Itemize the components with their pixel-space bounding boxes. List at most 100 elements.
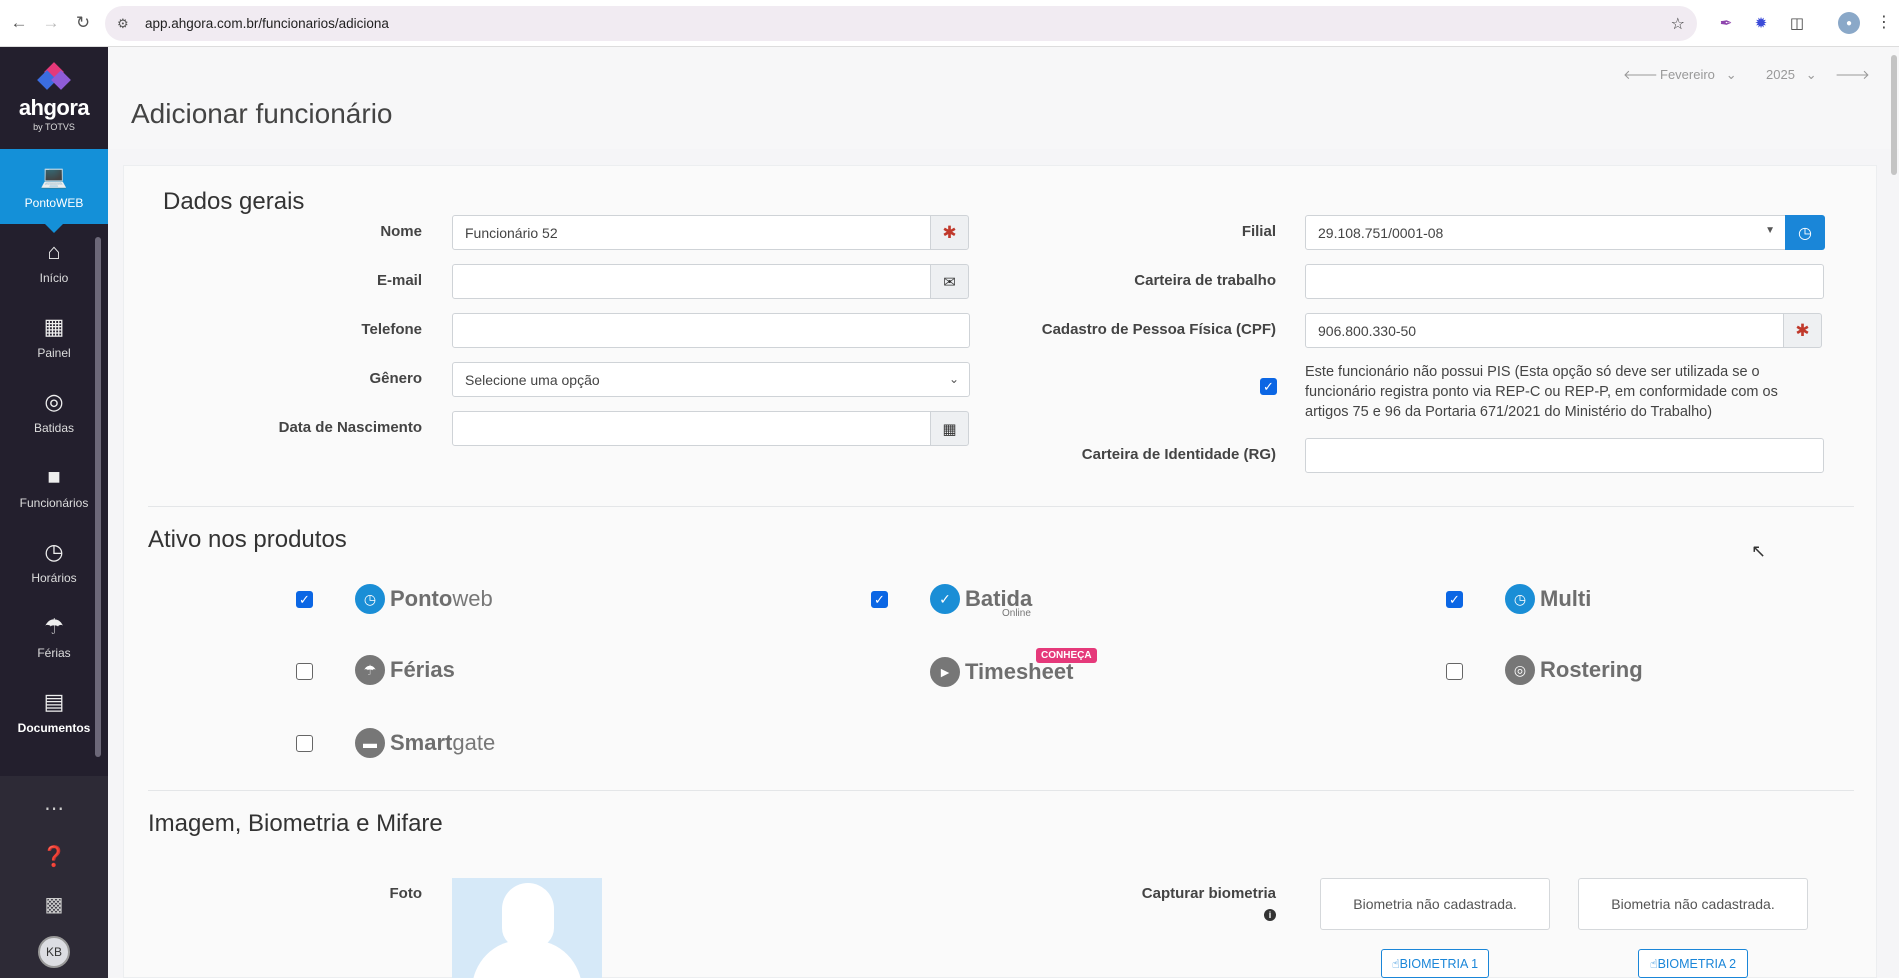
forward-icon[interactable]: → (38, 10, 64, 36)
extensions-puzzle-icon[interactable]: ◫ (1786, 12, 1808, 34)
chevron-down-icon: ⌄ (948, 372, 959, 386)
nome-input[interactable]: Funcionário 52 (452, 215, 931, 250)
smartgate-clock-icon: ▬ (355, 728, 385, 758)
pontoweb-checkbox[interactable]: ✓ (296, 591, 313, 608)
email-label: E-mail (376, 272, 422, 289)
gear-extension-icon[interactable]: ✹ (1750, 12, 1772, 34)
page-scrollbar[interactable] (1891, 55, 1897, 175)
carteira-input[interactable] (1305, 264, 1824, 299)
clock-icon: ◷ (44, 538, 64, 564)
help-icon[interactable]: ❓ (0, 832, 108, 880)
ahgora-logo-mark (37, 61, 71, 93)
ahgora-logo[interactable]: ahgora by TOTVS (0, 47, 108, 149)
reload-icon[interactable]: ↻ (70, 10, 96, 36)
badge-icon: ■ (47, 463, 61, 489)
bookmark-star-icon[interactable]: ☆ (1671, 14, 1685, 34)
telefone-input[interactable] (452, 313, 970, 348)
sidebar-item-label: Férias (37, 645, 71, 660)
apps-grid-icon[interactable]: ⋯ (0, 784, 108, 832)
biometria-1-button[interactable]: ☝ BIOMETRIA 1 (1381, 949, 1489, 978)
multi-clock-icon: ◷ (1505, 584, 1535, 614)
sidebar-item-label: Painel (37, 345, 71, 360)
batida-clock-icon: ✓ (930, 584, 960, 614)
biometria-2-status: Biometria não cadastrada. (1578, 878, 1808, 930)
clock-icon: ◷ (1798, 224, 1812, 242)
smartgate-checkbox[interactable] (296, 735, 313, 752)
rostering-logo: ◎ Rostering (1505, 655, 1643, 685)
photo-placeholder[interactable] (452, 878, 602, 978)
sidebar-item-label: Documentos (17, 720, 91, 735)
filial-label: Filial (1241, 223, 1276, 240)
cpf-label: Cadastro de Pessoa Física (CPF) (1041, 321, 1276, 338)
sidebar-bottom: ⋯ ❓ ▩ KB (0, 776, 108, 978)
monitor-icon: 💻 (40, 163, 68, 189)
sidebar: ahgora by TOTVS 💻 PontoWEB ⌂ Início ▦ Pa… (0, 47, 108, 978)
ferias-umbrella-icon: ☂ (355, 655, 385, 685)
nascimento-input[interactable] (452, 411, 931, 446)
dashboard-icon: ▦ (43, 313, 65, 339)
sidebar-item-inicio[interactable]: ⌂ Início (0, 224, 108, 299)
calendar-icon[interactable]: ▦ (930, 411, 969, 446)
sidebar-item-ferias[interactable]: ☂ Férias (0, 599, 108, 674)
url-text[interactable]: app.ahgora.com.br/funcionarios/adiciona (145, 16, 389, 31)
foto-label: Foto (389, 885, 422, 902)
browser-menu-icon[interactable]: ⋮ (1876, 12, 1892, 32)
conheca-badge[interactable]: CONHEÇA (1036, 648, 1097, 663)
required-asterisk-icon: ✱ (930, 215, 969, 250)
section-title-dados-gerais: Dados gerais (163, 188, 305, 215)
filial-select[interactable]: 29.108.751/0001-08 ▼ (1305, 215, 1786, 250)
profile-avatar-icon[interactable]: ● (1838, 12, 1860, 34)
no-pis-checkbox[interactable]: ✓ (1260, 378, 1277, 395)
building-icon[interactable]: ▩ (0, 880, 108, 928)
sidebar-item-painel[interactable]: ▦ Painel (0, 299, 108, 374)
rg-input[interactable] (1305, 438, 1824, 473)
cpf-input[interactable]: 906.800.330-50 (1305, 313, 1784, 348)
address-bar[interactable]: ⚙ app.ahgora.com.br/funcionarios/adicion… (105, 6, 1697, 41)
back-icon[interactable]: ← (6, 10, 32, 36)
sidebar-item-batidas[interactable]: ◎ Batidas (0, 374, 108, 449)
rostering-clock-icon: ◎ (1505, 655, 1535, 685)
prev-period-icon[interactable]: 🡐 (1623, 67, 1658, 83)
required-asterisk-icon: ✱ (1783, 313, 1822, 348)
sidebar-item-documentos[interactable]: ▤ Documentos (0, 674, 108, 749)
sidebar-item-label: PontoWEB (24, 195, 84, 210)
biometria-1-status: Biometria não cadastrada. (1320, 878, 1550, 930)
mouse-cursor-icon: ↖ (1751, 541, 1767, 561)
hand-pointer-icon: ☝ (1391, 957, 1400, 971)
smartgate-logo: ▬ Smart gate (355, 728, 495, 758)
biometria-2-button[interactable]: ☝ BIOMETRIA 2 (1638, 949, 1748, 978)
sidebar-item-label: Batidas (33, 420, 75, 435)
section-title-imagem: Imagem, Biometria e Mifare (148, 810, 443, 837)
genero-select[interactable]: Selecione uma opção ⌄ (452, 362, 970, 397)
ferias-logo: ☂ Férias (355, 655, 455, 685)
sidebar-item-label: Início (39, 270, 69, 285)
sidebar-item-pontoweb[interactable]: 💻 PontoWEB (0, 149, 108, 233)
fingerprint-icon: ◎ (44, 388, 64, 414)
caret-down-icon: ▼ (1765, 225, 1775, 236)
document-icon: ▤ (43, 688, 65, 714)
ferias-checkbox[interactable] (296, 663, 313, 680)
sidebar-item-funcionarios[interactable]: ■ Funcionários (0, 449, 108, 524)
nome-label: Nome (380, 223, 422, 240)
user-avatar[interactable]: KB (0, 928, 108, 976)
biometria-label: Capturar biometria (1141, 885, 1276, 902)
telefone-label: Telefone (361, 321, 422, 338)
sidebar-item-horarios[interactable]: ◷ Horários (0, 524, 108, 599)
sidebar-scrollbar[interactable] (95, 237, 101, 757)
rostering-checkbox[interactable] (1446, 663, 1463, 680)
next-period-icon[interactable]: 🡒 (1835, 67, 1870, 83)
site-settings-icon[interactable]: ⚙ (117, 16, 133, 32)
no-pis-note: Este funcionário não possui PIS (Esta op… (1305, 364, 1778, 420)
multi-checkbox[interactable]: ✓ (1446, 591, 1463, 608)
page-title: Adicionar funcionário (131, 98, 393, 129)
month-select[interactable]: Fevereiro ⌄ (1660, 67, 1737, 83)
genero-label: Gênero (369, 370, 422, 387)
year-select[interactable]: 2025 ⌄ (1766, 67, 1817, 83)
batida-online-checkbox[interactable]: ✓ (871, 591, 888, 608)
email-input[interactable] (452, 264, 931, 299)
info-icon[interactable]: i (1264, 909, 1276, 921)
sidebar-item-label: Funcionários (19, 495, 89, 510)
filial-history-button[interactable]: ◷ (1785, 215, 1825, 250)
pen-extension-icon[interactable]: ✒ (1715, 12, 1737, 34)
browser-toolbar: ← → ↻ ⚙ app.ahgora.com.br/funcionarios/a… (0, 0, 1899, 47)
